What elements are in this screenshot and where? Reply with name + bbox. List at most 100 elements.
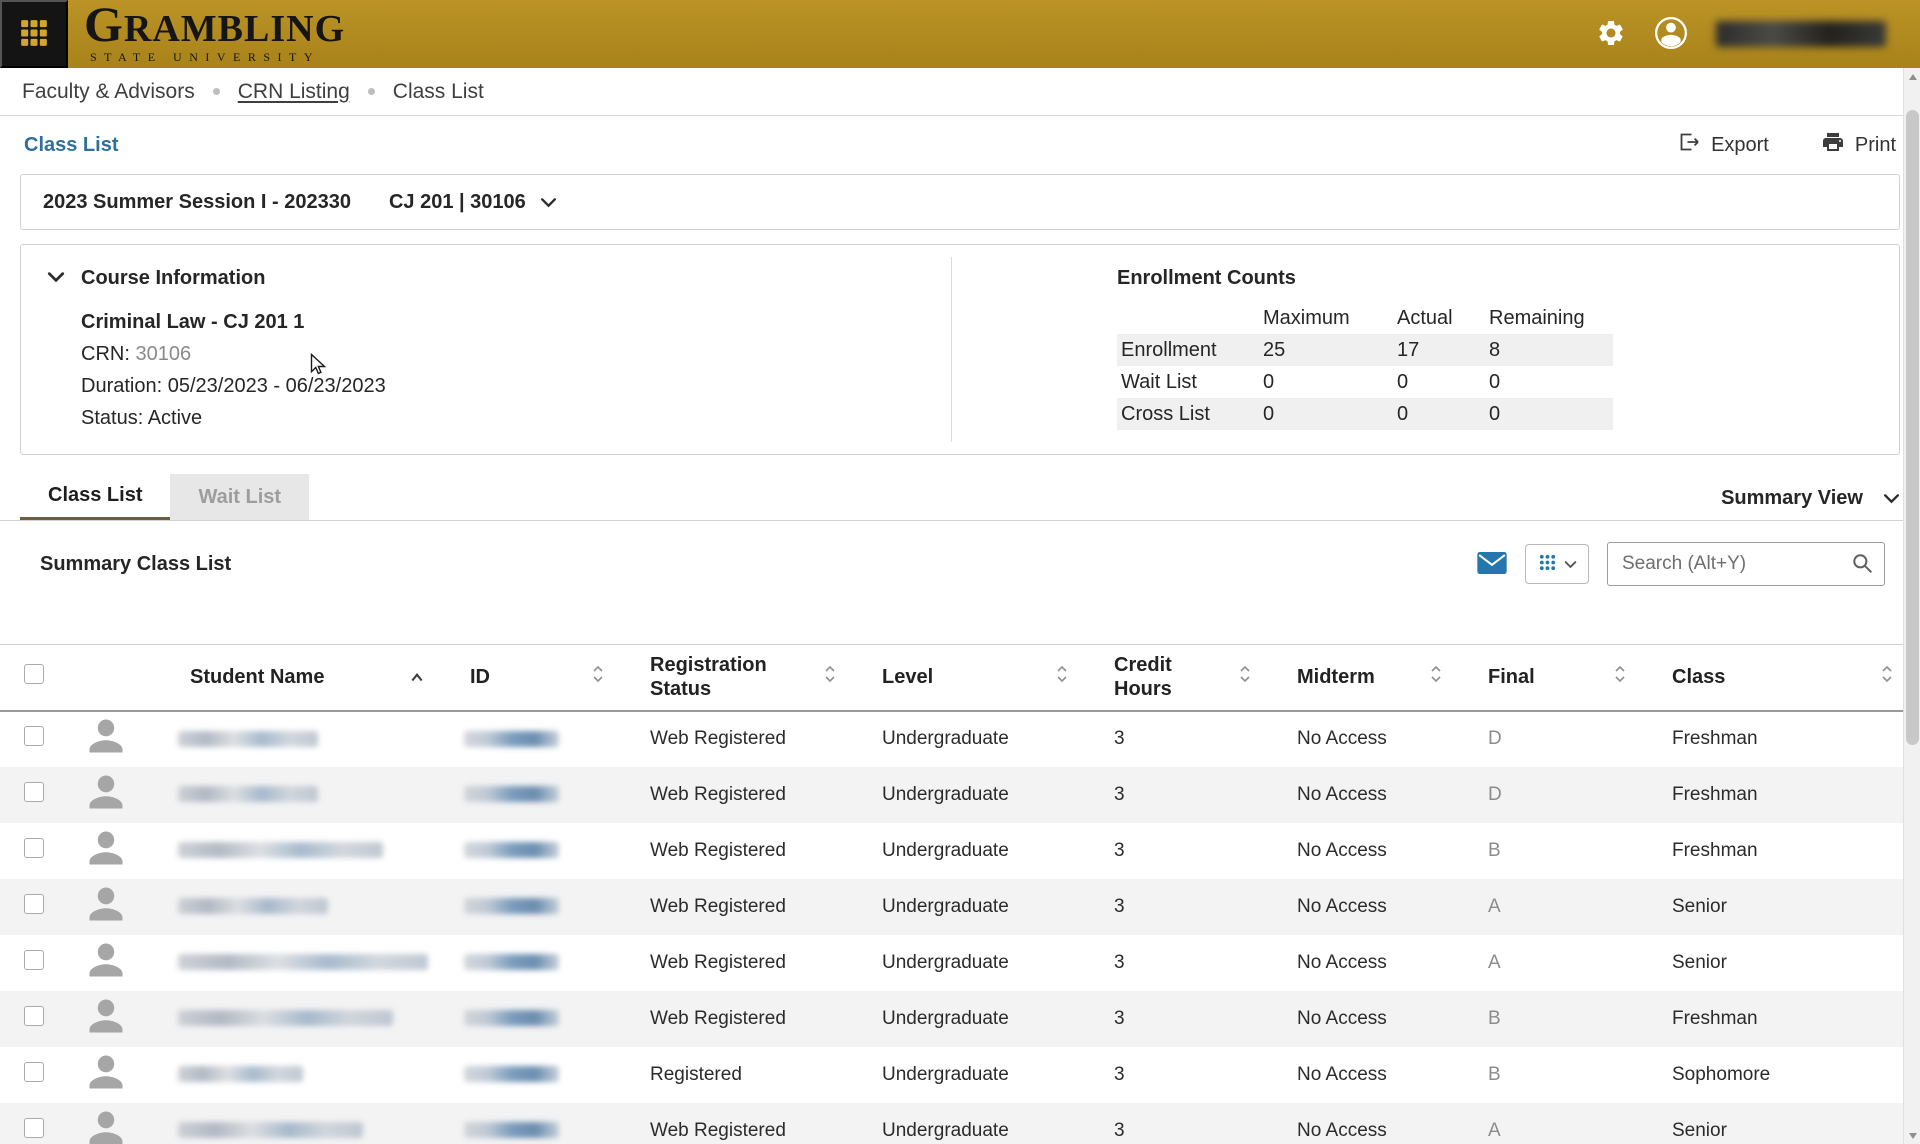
settings-button[interactable] [1596,18,1626,51]
column-header-class[interactable]: Class [1636,645,1903,711]
chevron-down-icon [47,271,65,286]
row-checkbox[interactable] [24,838,44,858]
level-cell: Undergraduate [846,711,1078,767]
duration-line: Duration: 05/23/2023 - 06/23/2023 [81,370,386,402]
row-checkbox[interactable] [24,1062,44,1082]
redacted-student-name [178,1010,393,1026]
page-title-row: Class List Export Print [0,116,1920,174]
page-title: Class List [24,134,118,157]
redacted-student-id [464,1010,559,1026]
student-avatar-icon [84,1022,128,1043]
crosslist-row-label: Cross List [1117,398,1259,430]
column-header-student-name[interactable]: Student Name [154,645,434,711]
final-grade-cell: A [1452,935,1636,991]
breadcrumb-faculty-advisors[interactable]: Faculty & Advisors [22,80,195,104]
collapse-course-info-button[interactable] [47,267,65,286]
midterm-cell: No Access [1261,1103,1452,1144]
tab-class-list[interactable]: Class List [20,474,170,520]
column-header-registration-status[interactable]: Registration Status [614,645,846,711]
final-grade-cell: A [1452,879,1636,935]
registration-status-cell: Web Registered [614,1103,846,1144]
university-logo: GRAMBLING STATE UNIVERSITY [84,4,345,65]
breadcrumb-crn-listing[interactable]: CRN Listing [238,80,350,104]
registration-status-cell: Web Registered [614,711,846,767]
course-title: Criminal Law - CJ 201 1 [81,306,386,338]
view-mode-dropdown[interactable]: Summary View [1721,487,1900,510]
class-cell: Freshman [1636,823,1903,879]
scrollbar-down-arrow[interactable] [1904,1127,1920,1144]
apps-menu-button[interactable] [0,0,68,68]
redacted-student-id [464,842,559,858]
row-checkbox[interactable] [24,894,44,914]
row-checkbox[interactable] [24,782,44,802]
chevron-down-icon [1564,557,1577,572]
row-checkbox[interactable] [24,1006,44,1026]
search-submit-button[interactable] [1840,543,1884,585]
enrollment-col-maximum: Maximum [1259,302,1393,334]
row-checkbox[interactable] [24,950,44,970]
select-all-checkbox[interactable] [24,664,44,684]
status-label: Status: [81,407,143,429]
duration-value: 05/23/2023 - 06/23/2023 [168,375,386,397]
credit-hours-cell: 3 [1078,879,1261,935]
redacted-student-name [178,842,383,858]
redacted-student-id [464,954,559,970]
student-avatar-icon [84,854,128,875]
search-box [1607,542,1885,586]
column-header-id[interactable]: ID [434,645,614,711]
email-button[interactable] [1477,552,1507,577]
class-cell: Senior [1636,935,1903,991]
column-header-midterm[interactable]: Midterm [1261,645,1452,711]
final-grade-cell: B [1452,1047,1636,1103]
apps-grid-icon [20,19,48,50]
column-header-level[interactable]: Level [846,645,1078,711]
sort-toggle-icon [592,664,604,690]
waitlist-maximum: 0 [1259,366,1393,398]
redacted-student-id [464,898,559,914]
enrollment-counts-table: Maximum Actual Remaining Enrollment 25 1… [1117,302,1613,430]
midterm-cell: No Access [1261,823,1452,879]
class-cell: Freshman [1636,767,1903,823]
chevron-down-icon [540,191,557,214]
summary-class-list-heading: Summary Class List [40,553,231,576]
export-label: Export [1711,134,1769,157]
column-header-credit-hours[interactable]: Credit Hours [1078,645,1261,711]
scrollbar-thumb[interactable] [1906,110,1919,745]
sort-toggle-icon [1239,664,1251,690]
registration-status-cell: Registered [614,1047,846,1103]
tab-wait-list[interactable]: Wait List [170,474,309,520]
export-button[interactable]: Export [1677,130,1769,160]
student-row: Web Registered Undergraduate 3 No Access… [0,1103,1903,1144]
scrollbar-up-arrow[interactable] [1904,68,1920,85]
print-button[interactable]: Print [1821,130,1896,160]
redacted-student-name [178,1122,363,1138]
course-information-panel: Course Information Criminal Law - CJ 201… [20,244,1900,455]
class-cell: Freshman [1636,991,1903,1047]
student-avatar-icon [84,910,128,931]
grid-view-options-button[interactable] [1525,544,1589,584]
email-icon [1477,552,1507,577]
student-row: Web Registered Undergraduate 3 No Access… [0,935,1903,991]
column-header-final[interactable]: Final [1452,645,1636,711]
row-checkbox[interactable] [24,1118,44,1138]
grid-view-icon [1538,553,1557,575]
course-information-heading: Course Information [81,267,386,290]
class-list-table: Student Name ID Registration Status [0,644,1903,1144]
search-input[interactable] [1608,553,1840,575]
row-checkbox[interactable] [24,726,44,746]
student-row: Web Registered Undergraduate 3 No Access… [0,823,1903,879]
registration-status-cell: Web Registered [614,991,846,1047]
final-grade-cell: B [1452,991,1636,1047]
course-dropdown[interactable]: CJ 201 | 30106 [389,191,557,214]
gear-icon [1596,18,1626,51]
redacted-student-name [178,786,318,802]
top-bar-actions [1596,16,1920,53]
user-account-button[interactable] [1654,16,1688,53]
credit-hours-cell: 3 [1078,1047,1261,1103]
student-avatar-icon [84,966,128,987]
sort-toggle-icon [1614,664,1626,690]
redacted-student-id [464,731,559,747]
credit-hours-cell: 3 [1078,711,1261,767]
student-row: Web Registered Undergraduate 3 No Access… [0,879,1903,935]
final-grade-cell: D [1452,767,1636,823]
